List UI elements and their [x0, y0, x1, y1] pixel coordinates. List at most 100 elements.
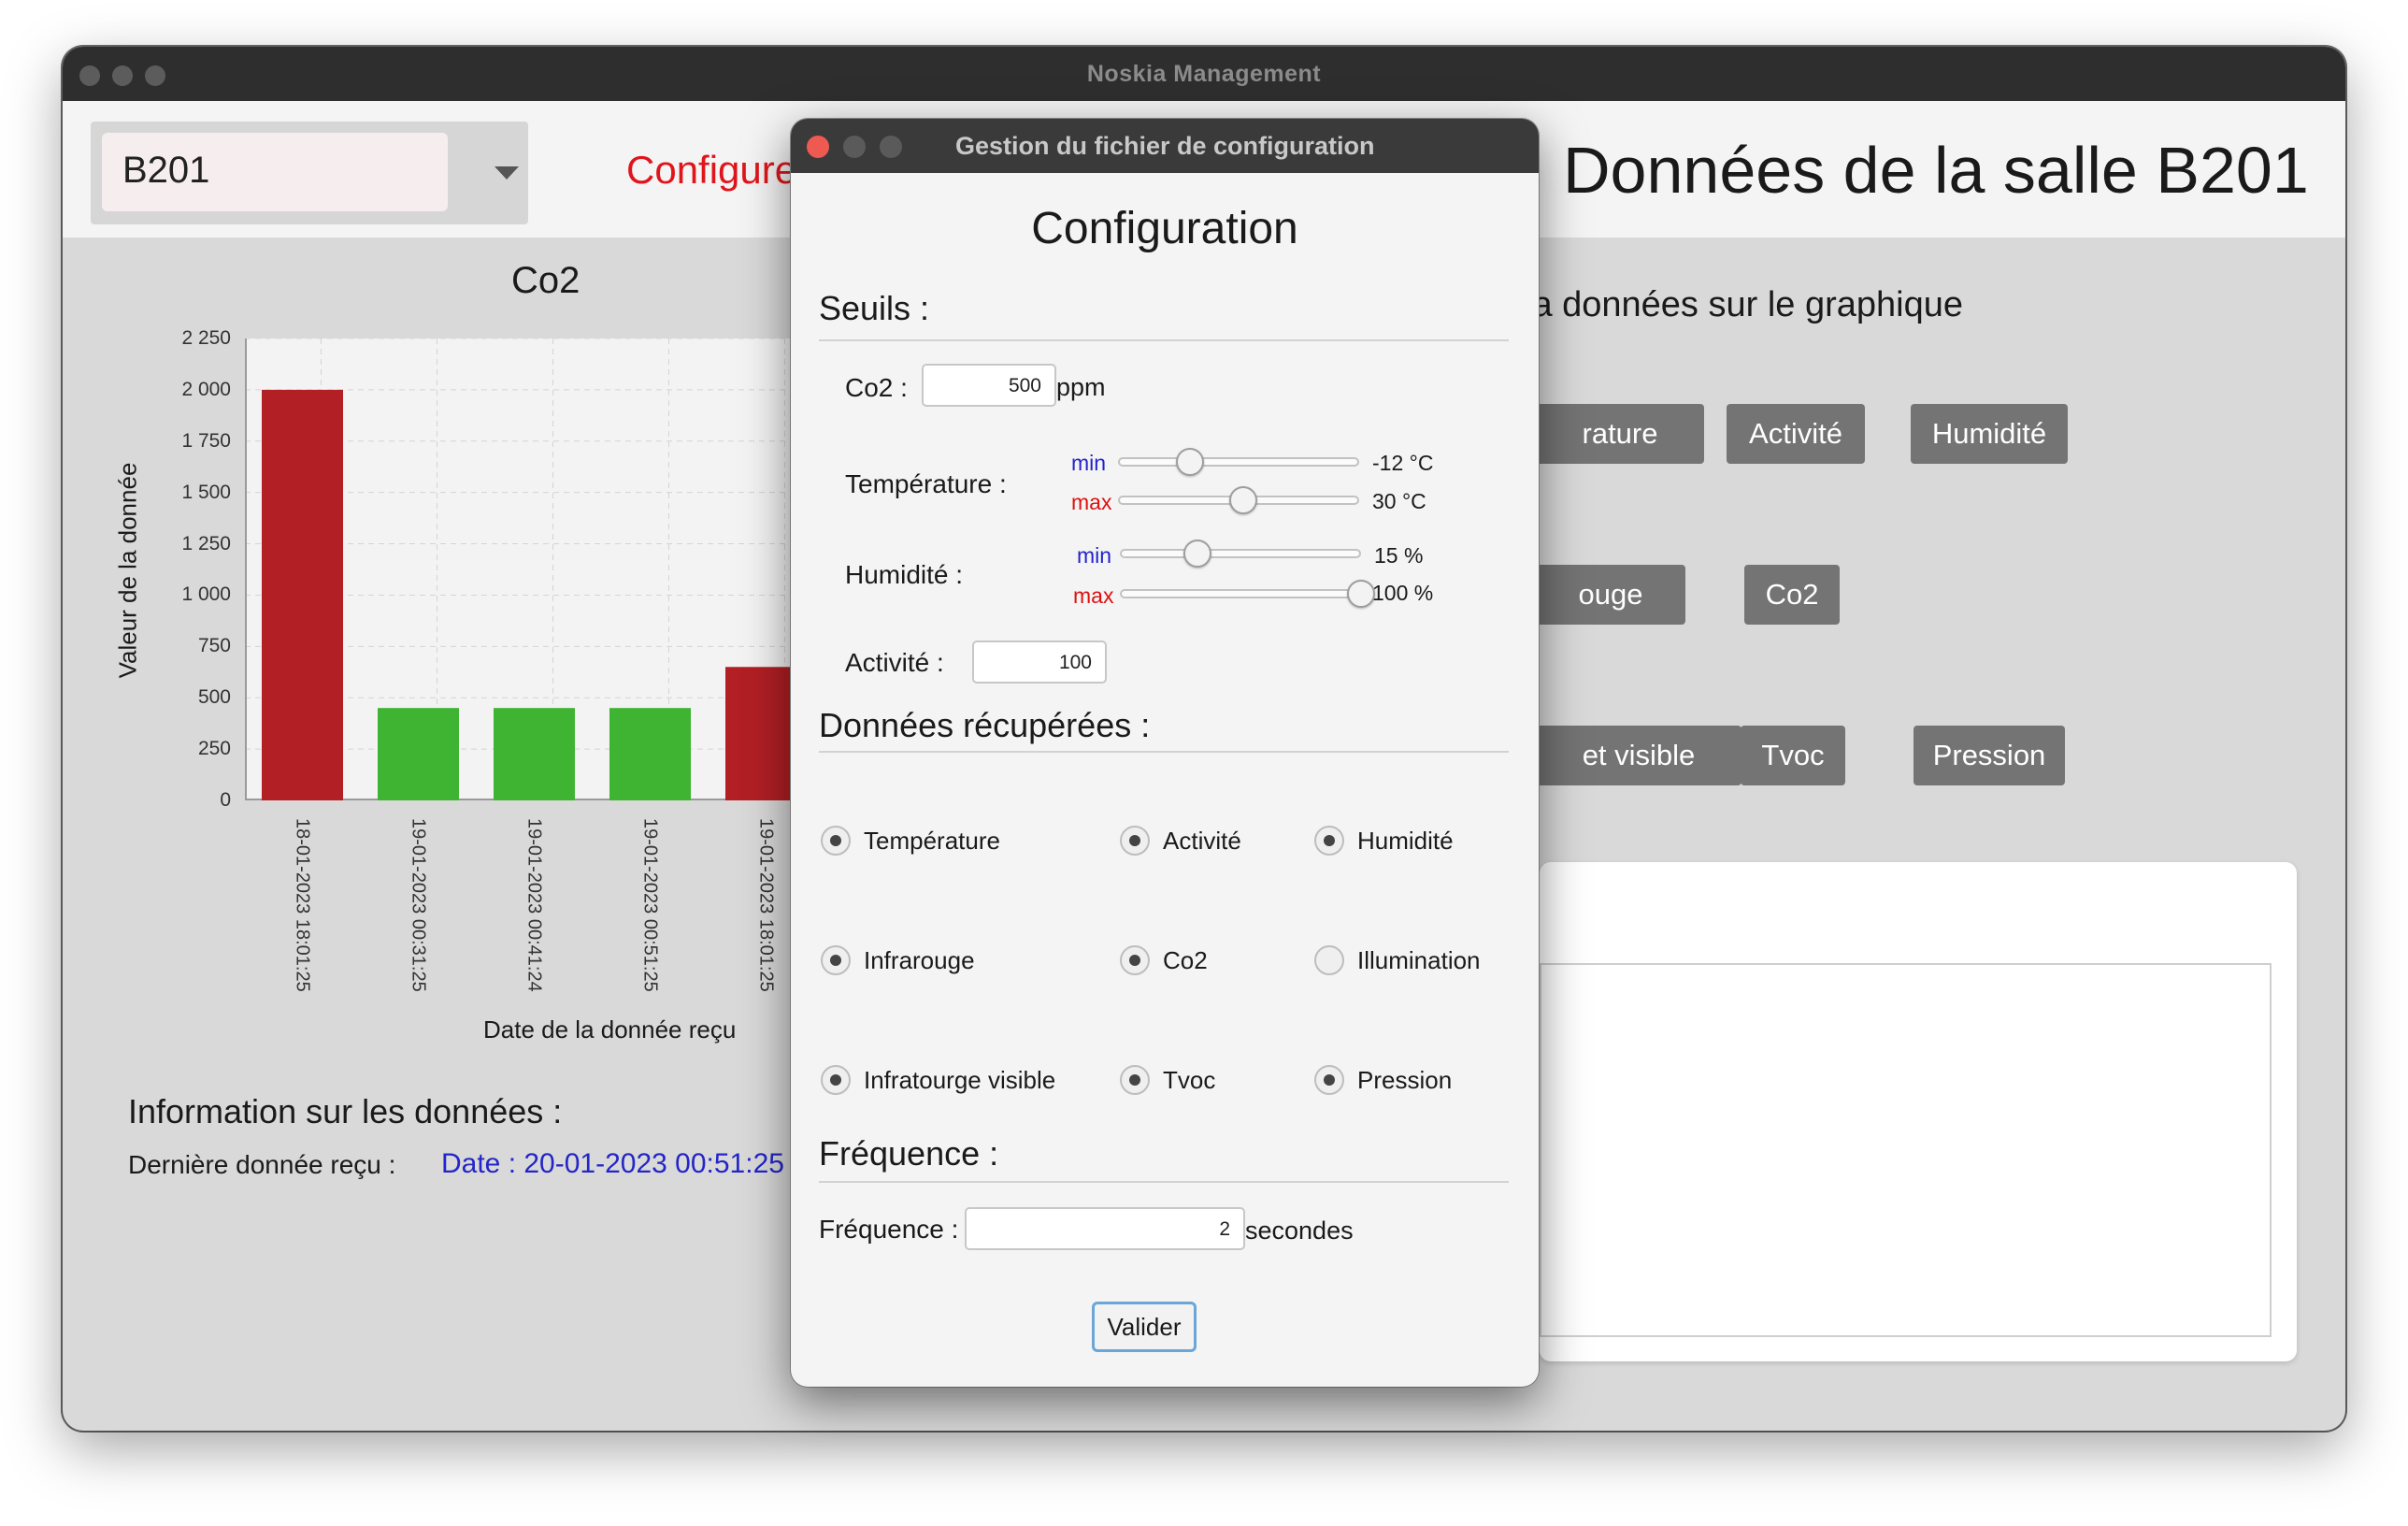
- temperature-threshold-label: Température :: [845, 469, 1007, 498]
- infrarouge-graph-button[interactable]: ouge: [1536, 565, 1685, 625]
- minimize-window-button[interactable]: [112, 65, 133, 86]
- humidite-graph-button[interactable]: Humidité: [1911, 404, 2068, 464]
- co2-threshold-label: Co2 :: [845, 373, 908, 402]
- radio-tvoc[interactable]: [1120, 1065, 1150, 1095]
- chart-x-tick: 18-01-2023 18:01:25: [292, 818, 313, 992]
- chart-y-axis-label: Valeur de la donnée: [113, 462, 142, 679]
- chart-y-tick: 1 500: [181, 481, 231, 503]
- activite-threshold-input[interactable]: 100: [972, 641, 1107, 684]
- radio-infrarouge[interactable]: [821, 945, 851, 975]
- temperature-graph-button[interactable]: rature: [1536, 404, 1704, 464]
- donnees-section-title: Données récupérées :: [819, 706, 1151, 744]
- radio-infratourge-visible[interactable]: [821, 1065, 851, 1095]
- temperature-max-label: max: [1071, 490, 1112, 514]
- radio-pression[interactable]: [1314, 1065, 1344, 1095]
- chart-x-tick: 19-01-2023 00:41:24: [523, 818, 545, 992]
- radio-humidit-[interactable]: [1314, 826, 1344, 856]
- chart-plot-area: [245, 338, 901, 801]
- separator: [819, 339, 1509, 341]
- log-panel: [1540, 862, 2297, 1361]
- co2-unit: ppm: [1056, 373, 1106, 401]
- dialog-titlebar: Gestion du fichier de configuration: [791, 119, 1539, 173]
- humidite-max-slider-track[interactable]: [1120, 589, 1361, 598]
- window-title: Noskia Management: [1086, 60, 1322, 87]
- co2-graph-button[interactable]: Co2: [1744, 565, 1840, 625]
- chart-bar[interactable]: [494, 708, 575, 800]
- frequence-input[interactable]: 2: [965, 1207, 1245, 1250]
- close-window-button[interactable]: [79, 65, 100, 86]
- last-data-label: Dernière donnée reçu :: [128, 1150, 396, 1179]
- pression-graph-button[interactable]: Pression: [1914, 726, 2065, 785]
- temperature-min-value: -12 °C: [1372, 451, 1434, 475]
- chart-y-tick: 2 250: [181, 327, 231, 349]
- valider-button[interactable]: Valider: [1092, 1302, 1197, 1352]
- chart-bar[interactable]: [262, 389, 343, 800]
- chart-y-tick: 0: [220, 789, 231, 811]
- radio-label: Tvoc: [1163, 1066, 1216, 1094]
- humidite-threshold-label: Humidité :: [845, 560, 964, 589]
- radio-label: Infrarouge: [864, 946, 975, 974]
- temperature-min-label: min: [1071, 451, 1107, 475]
- dialog-heading: Configuration: [1031, 204, 1298, 253]
- radio-illumination[interactable]: [1314, 945, 1344, 975]
- humidite-max-label: max: [1073, 583, 1114, 608]
- info-title: Information sur les données :: [128, 1092, 563, 1130]
- dialog-minimize-button[interactable]: [843, 136, 866, 158]
- tvoc-graph-button[interactable]: Tvoc: [1741, 726, 1845, 785]
- zoom-window-button[interactable]: [145, 65, 165, 86]
- humidite-min-slider-thumb[interactable]: [1182, 540, 1211, 568]
- chart-y-tick: 1 250: [181, 532, 231, 554]
- radio-co2[interactable]: [1120, 945, 1150, 975]
- configuration-dialog: Gestion du fichier de configuration Conf…: [791, 119, 1539, 1387]
- radio-activit-[interactable]: [1120, 826, 1150, 856]
- chart-x-axis-label: Date de la donnée reçu: [483, 1015, 737, 1044]
- humidite-max-value: 100 %: [1372, 581, 1434, 605]
- chart-y-tick: 750: [197, 635, 231, 657]
- infrarouge-visible-graph-button[interactable]: et visible: [1536, 726, 1742, 785]
- temperature-max-slider-thumb[interactable]: [1229, 486, 1258, 514]
- radio-label: Illumination: [1357, 946, 1481, 974]
- humidite-min-value: 15 %: [1374, 543, 1424, 568]
- temperature-min-slider-thumb[interactable]: [1176, 448, 1205, 476]
- activite-graph-button[interactable]: Activité: [1727, 404, 1865, 464]
- page-title: Données de la salle B201: [1563, 134, 2309, 207]
- chart-y-tick: 1 000: [181, 583, 231, 606]
- chart-x-tick: 19-01-2023 00:31:25: [408, 818, 429, 992]
- separator: [819, 1181, 1509, 1183]
- dialog-close-button[interactable]: [807, 136, 829, 158]
- separator: [819, 751, 1509, 753]
- chart-bar[interactable]: [378, 708, 459, 800]
- radio-label: Infratourge visible: [864, 1066, 1056, 1094]
- humidite-min-slider-track[interactable]: [1120, 549, 1361, 558]
- dialog-title: Gestion du fichier de configuration: [955, 132, 1375, 160]
- humidite-min-label: min: [1077, 543, 1112, 568]
- radio-label: Humidité: [1357, 827, 1454, 855]
- last-data-value: Date : 20-01-2023 00:51:25 /: [441, 1148, 800, 1179]
- room-selector-value: B201: [102, 133, 448, 211]
- radio-temp-rature[interactable]: [821, 826, 851, 856]
- chart-y-tick: 500: [197, 686, 231, 709]
- graph-hint: la données sur le graphique: [1525, 285, 1964, 324]
- configure-link[interactable]: Configure: [626, 148, 796, 193]
- chart-bar[interactable]: [609, 708, 691, 800]
- co2-threshold-input[interactable]: 500: [922, 364, 1056, 407]
- radio-label: Pression: [1357, 1066, 1453, 1094]
- window-titlebar: Noskia Management: [63, 47, 2345, 101]
- chart-y-tick: 2 000: [181, 378, 231, 400]
- chart-svg: [245, 338, 901, 801]
- chart-x-tick: 19-01-2023 00:51:25: [639, 818, 661, 992]
- activite-threshold-label: Activité :: [845, 648, 944, 677]
- dialog-zoom-button[interactable]: [880, 136, 902, 158]
- chevron-down-icon[interactable]: [494, 166, 519, 180]
- seuils-section-title: Seuils :: [819, 289, 930, 327]
- radio-label: Co2: [1163, 946, 1208, 974]
- radio-label: Température: [864, 827, 1000, 855]
- chart-y-tick: 250: [197, 738, 231, 760]
- room-selector[interactable]: B201: [91, 122, 528, 224]
- temperature-max-value: 30 °C: [1372, 489, 1426, 513]
- humidite-max-slider-thumb[interactable]: [1347, 580, 1375, 608]
- frequence-label: Fréquence :: [819, 1215, 959, 1244]
- chart-x-tick: 19-01-2023 18:01:25: [755, 818, 777, 992]
- log-text-area[interactable]: [1540, 963, 2272, 1337]
- temperature-min-slider-track[interactable]: [1118, 457, 1359, 467]
